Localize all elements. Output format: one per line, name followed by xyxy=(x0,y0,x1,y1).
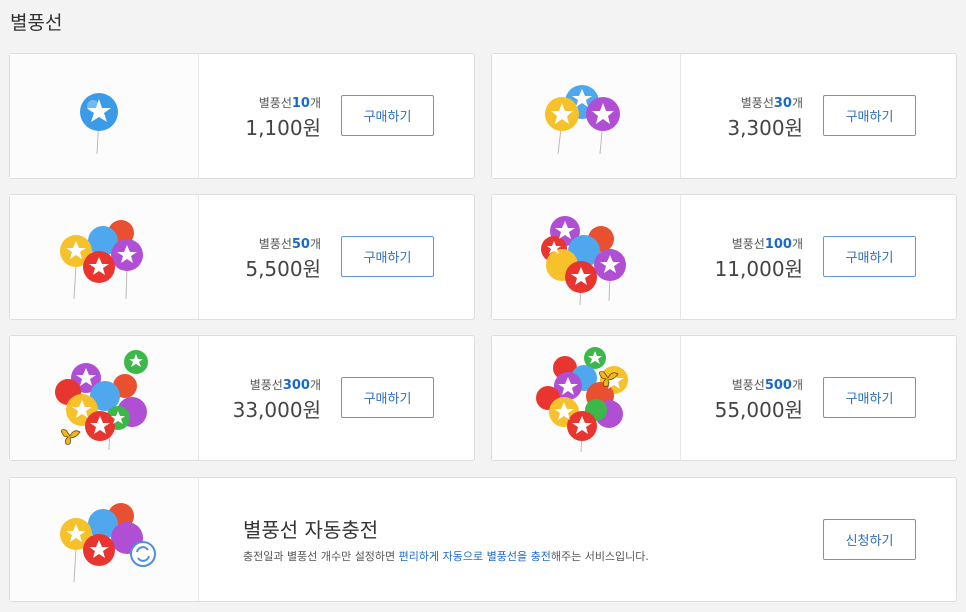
product-price: 5,500원 xyxy=(245,257,321,281)
product-unit: 개 xyxy=(791,237,803,251)
buy-button-10[interactable]: 구매하기 xyxy=(341,95,434,136)
desc-highlight: 편리하게 자동으로 별풍선을 충전 xyxy=(398,550,551,563)
product-count: 50 xyxy=(291,237,310,252)
buy-button-30[interactable]: 구매하기 xyxy=(823,95,916,136)
product-count: 300 xyxy=(282,378,310,393)
auto-charge-title: 별풍선 자동충전 xyxy=(243,518,379,542)
auto-charge-card: 별풍선 자동충전 충전일과 별풍선 개수만 설정하면 편리하게 자동으로 별풍선… xyxy=(9,477,957,602)
product-price: 33,000원 xyxy=(232,398,321,422)
product-unit: 개 xyxy=(309,378,321,392)
buy-button-500[interactable]: 구매하기 xyxy=(823,377,916,418)
product-label: 별풍선 xyxy=(258,96,292,110)
product-card-100: 별풍선100개 11,000원 구매하기 xyxy=(491,194,957,320)
product-card-30: 별풍선30개 3,300원 구매하기 xyxy=(491,53,957,179)
balloon-3-icon xyxy=(492,54,681,178)
product-label: 별풍선 xyxy=(731,237,765,251)
product-label: 별풍선 xyxy=(740,96,774,110)
product-price: 11,000원 xyxy=(714,257,803,281)
balloon-bundle-butterfly-icon xyxy=(10,336,199,460)
product-card-500: 별풍선500개 55,000원 구매하기 xyxy=(491,335,957,461)
buy-button-300[interactable]: 구매하기 xyxy=(341,377,434,418)
product-unit: 개 xyxy=(309,96,321,110)
product-price: 1,100원 xyxy=(245,116,321,140)
product-card-10: 별풍선10개 1,100원 구매하기 xyxy=(9,53,475,179)
auto-charge-balloon-icon xyxy=(10,478,199,601)
product-unit: 개 xyxy=(791,96,803,110)
balloon-bundle-icon xyxy=(10,195,199,319)
apply-auto-charge-button[interactable]: 신청하기 xyxy=(823,519,916,560)
product-label: 별풍선 xyxy=(258,237,292,251)
product-price: 55,000원 xyxy=(714,398,803,422)
product-unit: 개 xyxy=(791,378,803,392)
balloon-1-icon xyxy=(10,54,199,178)
buy-button-100[interactable]: 구매하기 xyxy=(823,236,916,277)
product-card-300: 별풍선300개 33,000원 구매하기 xyxy=(9,335,475,461)
product-card-50: 별풍선50개 5,500원 구매하기 xyxy=(9,194,475,320)
product-price: 3,300원 xyxy=(727,116,803,140)
product-label: 별풍선 xyxy=(249,378,283,392)
desc-text: 충전일과 별풍선 개수만 설정하면 xyxy=(243,550,399,563)
auto-charge-description: 충전일과 별풍선 개수만 설정하면 편리하게 자동으로 별풍선을 충전해주는 서… xyxy=(243,548,649,564)
balloon-bundle-large-icon xyxy=(492,195,681,319)
desc-text-end: 해주는 서비스입니다. xyxy=(550,550,649,563)
product-count: 100 xyxy=(764,237,792,252)
product-unit: 개 xyxy=(309,237,321,251)
page-title: 별풍선 xyxy=(10,12,63,34)
balloon-bundle-huge-icon xyxy=(492,336,681,460)
product-count: 10 xyxy=(291,96,310,111)
product-count: 500 xyxy=(764,378,792,393)
product-count: 30 xyxy=(773,96,792,111)
buy-button-50[interactable]: 구매하기 xyxy=(341,236,434,277)
product-label: 별풍선 xyxy=(731,378,765,392)
